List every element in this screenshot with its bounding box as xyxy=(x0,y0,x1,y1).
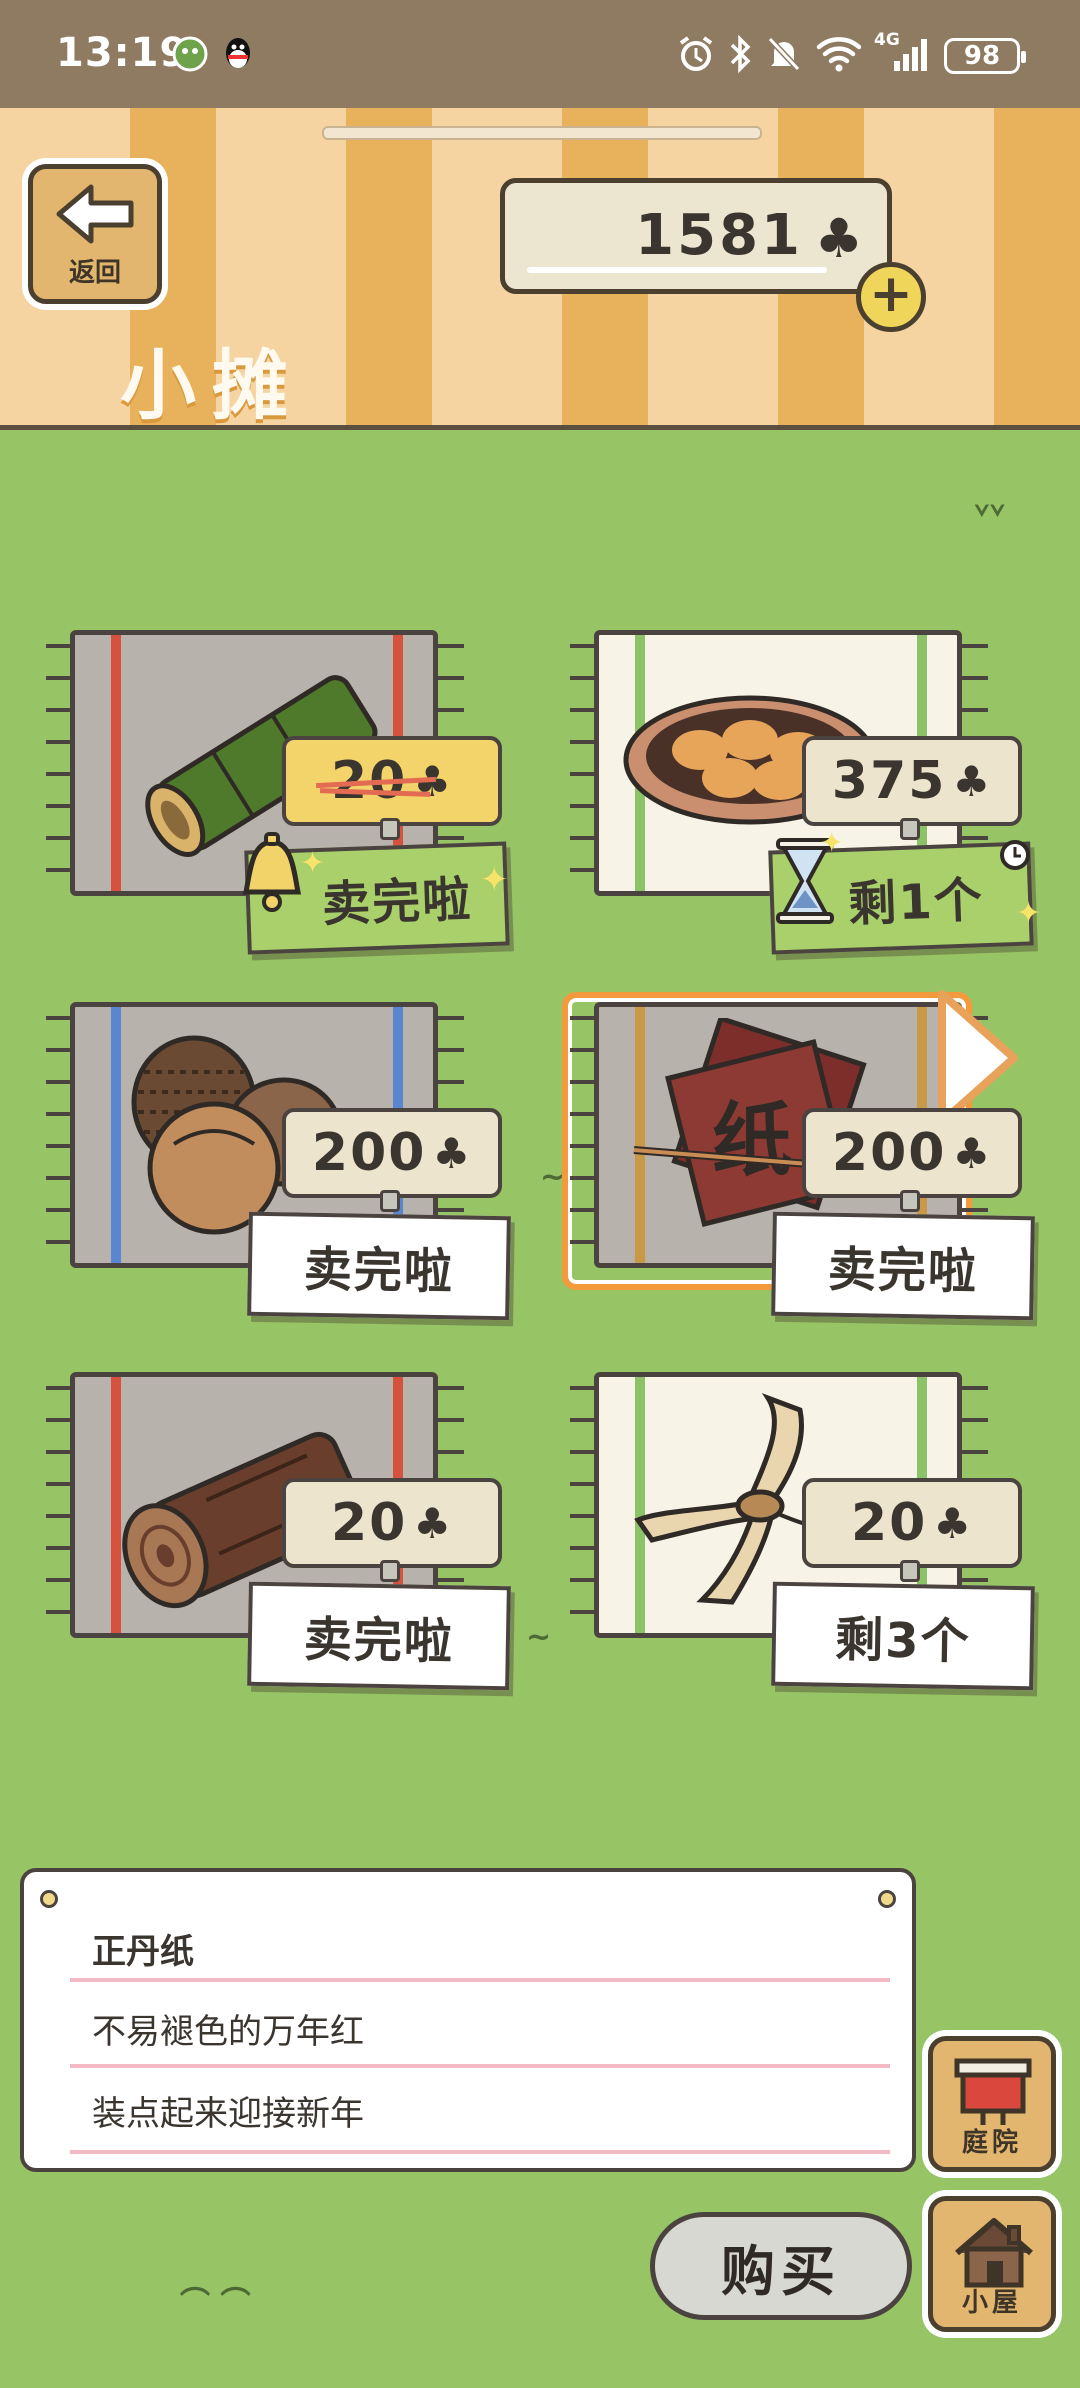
svg-text:纸: 纸 xyxy=(712,1094,792,1187)
page-title: 小摊 xyxy=(120,341,304,430)
network-type: 4G xyxy=(874,30,900,50)
price-tag: 20♣ xyxy=(282,736,502,826)
divider xyxy=(70,2064,890,2068)
tag-pin xyxy=(380,1190,400,1212)
yard-button[interactable]: 庭院 xyxy=(928,2036,1056,2172)
clover-icon: ♣ xyxy=(952,1128,993,1178)
sold-out-label: 卖完啦 xyxy=(247,1581,511,1691)
coin-count: 1581 xyxy=(635,203,803,268)
status-text: 卖完啦 xyxy=(827,1241,979,1301)
status-text: 剩3个 xyxy=(834,1611,972,1671)
clover-icon: ♣ xyxy=(432,1128,473,1178)
sparkle-icon: ✦ xyxy=(820,826,844,859)
drag-handle[interactable] xyxy=(322,126,762,140)
status-text: 剩1个 xyxy=(847,872,985,933)
clover-icon: ♣ xyxy=(413,1498,454,1548)
battery-indicator: 98 xyxy=(944,38,1026,74)
sparkle-icon: ✦ xyxy=(1016,896,1042,931)
price-tag: 20♣ xyxy=(802,1478,1022,1568)
back-arrow-icon xyxy=(56,184,134,244)
price-tag: 200 ♣ xyxy=(802,1108,1022,1198)
stock-label: 剩3个 xyxy=(771,1581,1035,1691)
timer-icon xyxy=(1000,840,1030,870)
yard-label: 庭院 xyxy=(961,2128,1022,2158)
price-value: 20 xyxy=(850,1493,928,1553)
item-desc-line-1: 不易褪色的万年红 xyxy=(92,2012,364,2052)
status-bar: 13:19 4G 98 xyxy=(0,0,1080,108)
clover-icon: ♣ xyxy=(952,756,993,806)
sold-out-label: 卖完啦 xyxy=(247,1211,511,1321)
item-desc-line-2: 装点起来迎接新年 xyxy=(92,2094,364,2134)
rivet xyxy=(878,1890,896,1908)
tag-pin xyxy=(900,818,920,840)
divider xyxy=(70,1978,890,1982)
sparkle-icon: ✦ xyxy=(480,860,509,900)
buy-button[interactable]: 购买 xyxy=(650,2212,912,2320)
tag-pin xyxy=(900,1560,920,1582)
back-label: 返回 xyxy=(68,258,121,288)
sparkle-icon: ✦ xyxy=(300,846,326,881)
price-value: 20 xyxy=(330,1493,408,1553)
house-button[interactable]: 小屋 xyxy=(928,2196,1056,2332)
coin-bar xyxy=(527,267,827,273)
yard-icon xyxy=(954,2058,1032,2125)
app-notification-icon xyxy=(170,34,210,74)
price-tag: 200 ♣ xyxy=(282,1108,502,1198)
sold-out-label: 卖完啦 xyxy=(771,1211,1035,1321)
tag-pin xyxy=(380,1560,400,1582)
back-button[interactable]: 返回 xyxy=(28,164,162,304)
price-tag: 20♣ xyxy=(282,1478,502,1568)
tag-pin xyxy=(900,1190,920,1212)
status-text: 卖完啦 xyxy=(303,1241,455,1301)
price-value: 375 xyxy=(831,751,947,811)
mute-icon xyxy=(764,34,804,74)
grass-tuft: ~ xyxy=(526,1620,552,1655)
rivet xyxy=(40,1890,58,1908)
status-text: 卖完啦 xyxy=(321,871,474,933)
status-text: 卖完啦 xyxy=(303,1611,455,1671)
wifi-icon xyxy=(814,34,864,74)
grass-tuft: ⌒ ⌒ xyxy=(180,2286,251,2321)
house-icon xyxy=(955,2218,1033,2288)
clover-icon: ♣ xyxy=(814,207,863,270)
bluetooth-icon xyxy=(720,34,760,74)
item-name: 正丹纸 xyxy=(92,1932,194,1972)
coin-balance: 1581 ♣ xyxy=(500,178,892,294)
clover-icon: ♣ xyxy=(933,1498,974,1548)
qq-icon xyxy=(218,34,258,74)
battery-level: 98 xyxy=(963,41,1001,71)
divider xyxy=(70,2150,890,2154)
status-time: 13:19 xyxy=(56,30,189,76)
price-value: 200 xyxy=(311,1123,427,1183)
price-tag: 375 ♣ xyxy=(802,736,1022,826)
signal-icon: 4G xyxy=(874,30,930,74)
price-value: 200 xyxy=(831,1123,947,1183)
add-coins-button[interactable]: + xyxy=(856,262,926,332)
item-description-panel: 正丹纸 不易褪色的万年红 装点起来迎接新年 xyxy=(20,1868,916,2172)
tag-pin xyxy=(380,818,400,840)
next-arrow-icon[interactable] xyxy=(934,988,1024,1128)
grass-tuft: ᘁᘁ xyxy=(974,500,1006,535)
house-label: 小屋 xyxy=(961,2288,1022,2318)
alarm-icon xyxy=(676,34,716,74)
